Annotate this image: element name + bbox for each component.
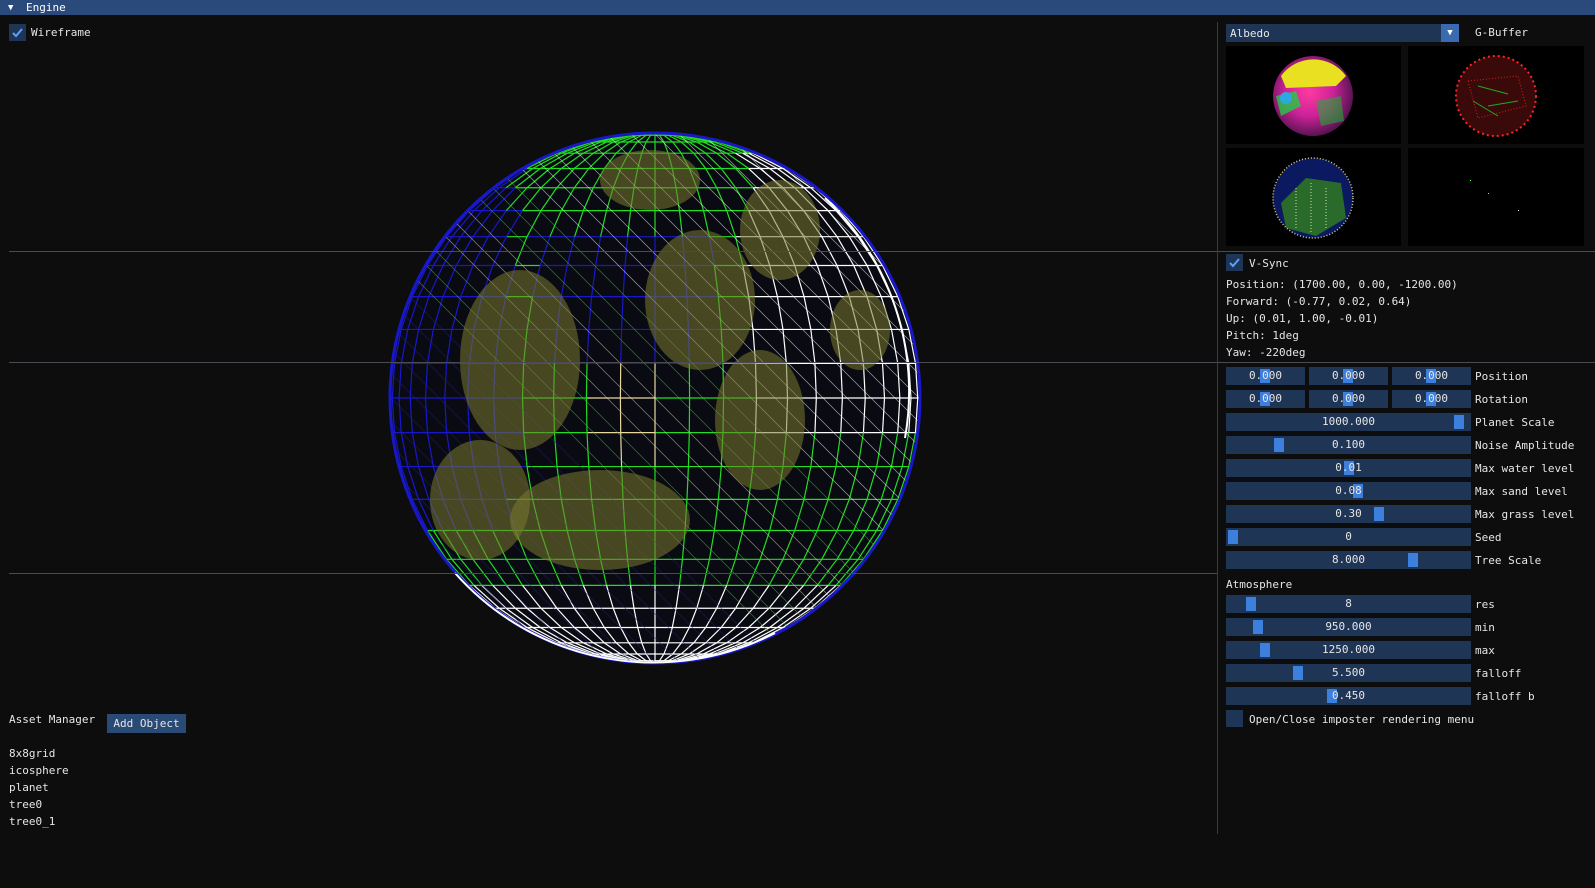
rotation-x-drag[interactable]: 0.000 (1226, 390, 1305, 408)
slider-value: 0.08 (1335, 484, 1362, 497)
slider-noise-amplitude[interactable]: 0.100 (1226, 436, 1471, 454)
camera-position-text: Position: (1700.00, 0.00, -1200.00) (1226, 278, 1458, 291)
gbuffer-albedo-preview (1226, 46, 1401, 144)
divider-line (9, 251, 1595, 252)
camera-yaw-text: Yaw: -220deg (1226, 346, 1306, 359)
slider-value: 0.450 (1331, 689, 1366, 702)
add-object-button[interactable]: Add Object (107, 714, 186, 733)
slider-value: 8.000 (1331, 553, 1366, 566)
position-y-value: 0.000 (1331, 369, 1366, 382)
slider-max[interactable]: 1250.000 (1226, 641, 1471, 659)
slider-value: 1250.000 (1322, 643, 1375, 656)
rotation-y-drag[interactable]: 0.000 (1309, 390, 1388, 408)
slider-label: min (1475, 621, 1495, 634)
asset-manager-title: Asset Manager (9, 713, 96, 726)
gbuffer-position-preview (1226, 148, 1401, 246)
planet-wireframe-render (388, 131, 922, 665)
rotation-y-value: 0.000 (1331, 392, 1366, 405)
rotation-z-drag[interactable]: 0.000 (1392, 390, 1471, 408)
slider-label: Max grass level (1475, 508, 1575, 521)
rotation-z-value: 0.000 (1414, 392, 1449, 405)
checkmark-icon (12, 28, 23, 38)
position-y-drag[interactable]: 0.000 (1309, 367, 1388, 385)
slider-label: Planet Scale (1475, 416, 1555, 429)
slider-planet-scale[interactable]: 1000.000 (1226, 413, 1471, 431)
slider-label: Tree Scale (1475, 554, 1542, 567)
asset-list-item[interactable]: planet (9, 779, 69, 796)
slider-max-water-level[interactable]: 0.01 (1226, 459, 1471, 477)
slider-label: falloff b (1475, 690, 1535, 703)
chevron-down-icon[interactable]: ▼ (1441, 24, 1459, 42)
wireframe-checkbox[interactable] (9, 24, 26, 41)
gbuffer-normal-preview (1408, 46, 1584, 144)
slider-value: 0 (1345, 530, 1352, 543)
slider-falloff-b[interactable]: 0.450 (1226, 687, 1471, 705)
asset-list-item[interactable]: tree0 (9, 796, 69, 813)
slider-value: 5.500 (1331, 666, 1366, 679)
slider-value: 1000.000 (1322, 415, 1375, 428)
window-title: Engine (26, 1, 66, 14)
slider-label: falloff (1475, 667, 1522, 680)
position-x-value: 0.000 (1248, 369, 1283, 382)
checkmark-icon (1229, 258, 1240, 268)
camera-forward-text: Forward: (-0.77, 0.02, 0.64) (1226, 295, 1412, 308)
slider-label: Max sand level (1475, 485, 1568, 498)
camera-up-text: Up: (0.01, 1.00, -0.01) (1226, 312, 1379, 325)
position-z-value: 0.000 (1414, 369, 1449, 382)
asset-list-item[interactable]: icosphere (9, 762, 69, 779)
wireframe-label: Wireframe (31, 26, 91, 39)
slider-label: max (1475, 644, 1495, 657)
slider-label: res (1475, 598, 1495, 611)
imposter-menu-checkbox[interactable] (1226, 710, 1243, 727)
position-z-drag[interactable]: 0.000 (1392, 367, 1471, 385)
asset-list-item[interactable]: 8x8grid (9, 745, 69, 762)
gbuffer-label: G-Buffer (1475, 26, 1528, 39)
slider-label: Max water level (1475, 462, 1575, 475)
asset-list: 8x8grid icosphere planet tree0 tree0_1 (9, 745, 69, 830)
gbuffer-select-value: Albedo (1230, 26, 1270, 40)
imposter-menu-label: Open/Close imposter rendering menu (1249, 713, 1475, 726)
slider-res[interactable]: 8 (1226, 595, 1471, 613)
slider-value: 0.30 (1335, 507, 1362, 520)
vsync-label: V-Sync (1249, 257, 1289, 270)
slider-falloff[interactable]: 5.500 (1226, 664, 1471, 682)
atmosphere-title: Atmosphere (1226, 578, 1293, 591)
camera-pitch-text: Pitch: 1deg (1226, 329, 1299, 342)
slider-label: Seed (1475, 531, 1502, 544)
rotation-x-value: 0.000 (1248, 392, 1283, 405)
slider-seed[interactable]: 0 (1226, 528, 1471, 546)
position-label: Position (1475, 370, 1528, 383)
vsync-checkbox[interactable] (1226, 254, 1243, 271)
slider-max-sand-level[interactable]: 0.08 (1226, 482, 1471, 500)
slider-label: Noise Amplitude (1475, 439, 1575, 452)
slider-min[interactable]: 950.000 (1226, 618, 1471, 636)
slider-value: 0.100 (1331, 438, 1366, 451)
scene-viewport[interactable] (0, 15, 1218, 888)
slider-value: 950.000 (1325, 620, 1372, 633)
collapse-arrow-icon[interactable]: ▼ (8, 3, 18, 13)
gbuffer-depth-preview (1408, 148, 1584, 246)
slider-value: 8 (1345, 597, 1352, 610)
slider-value: 0.01 (1335, 461, 1362, 474)
slider-tree-scale[interactable]: 8.000 (1226, 551, 1471, 569)
position-x-drag[interactable]: 0.000 (1226, 367, 1305, 385)
rotation-label: Rotation (1475, 393, 1528, 406)
divider-line (9, 573, 1218, 574)
divider-line (9, 362, 1595, 363)
window-title-bar[interactable]: ▼ Engine (0, 0, 1595, 15)
panel-divider (1217, 22, 1218, 834)
asset-list-item[interactable]: tree0_1 (9, 813, 69, 830)
gbuffer-select[interactable]: Albedo ▼ (1226, 24, 1459, 42)
slider-max-grass-level[interactable]: 0.30 (1226, 505, 1471, 523)
